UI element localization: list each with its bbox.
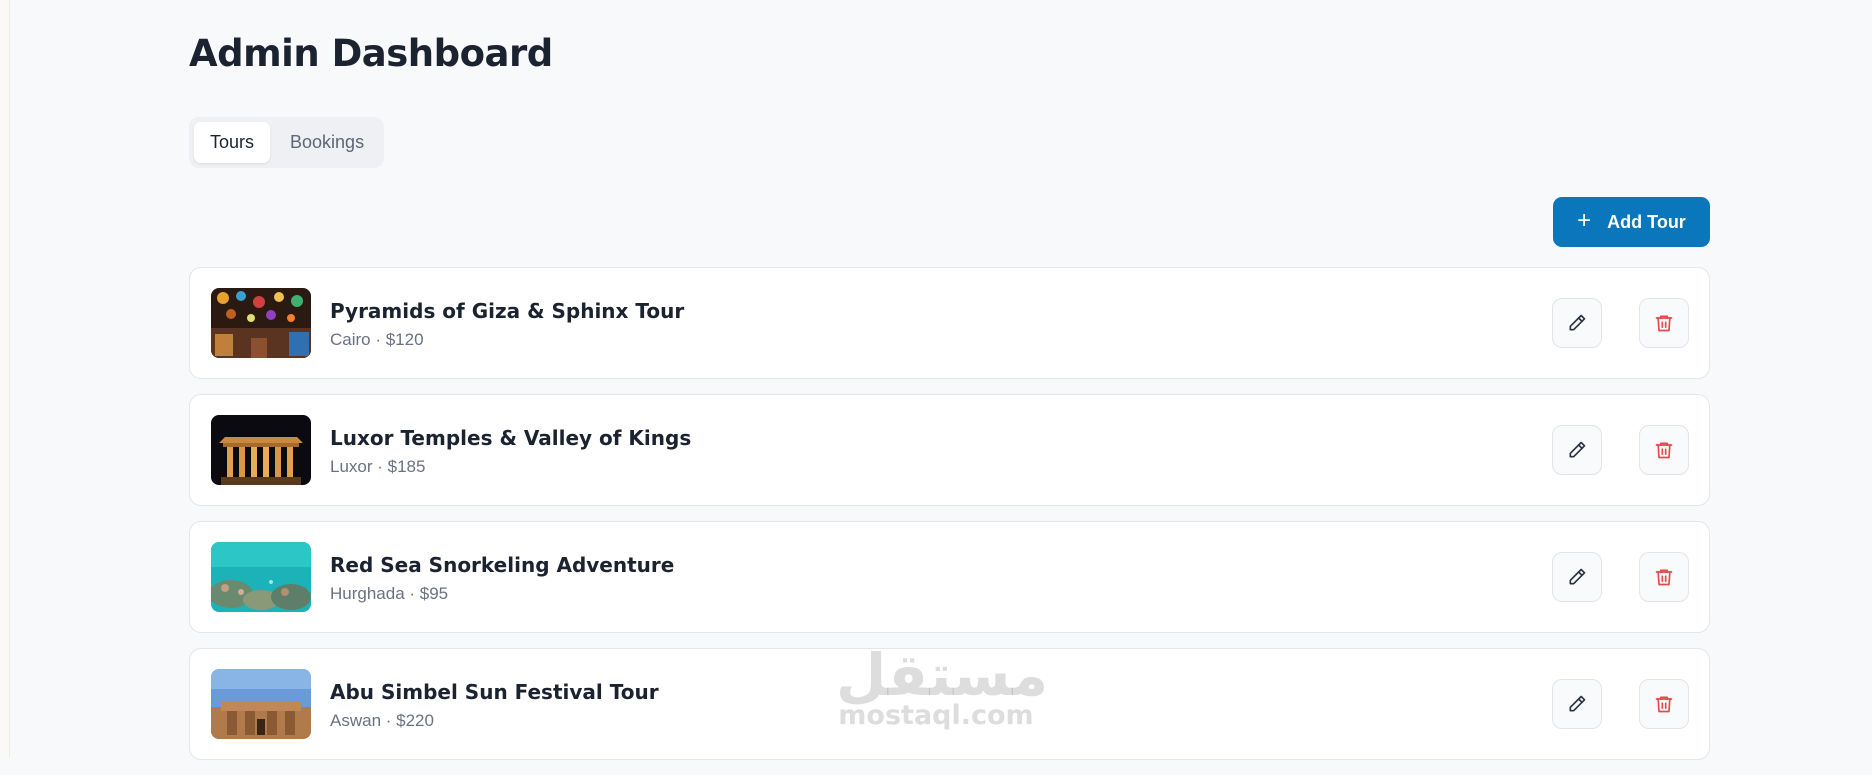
delete-tour-button[interactable] [1639,552,1689,602]
tour-thumbnail [211,669,311,739]
pencil-icon [1569,695,1586,712]
delete-tour-button[interactable] [1639,679,1689,729]
delete-tour-button[interactable] [1639,425,1689,475]
plus-icon: + [1577,207,1592,234]
tour-meta: Hurghada · $95 [330,584,449,603]
tour-title: Luxor Temples & Valley of Kings [330,426,692,450]
trash-icon [1655,315,1673,332]
add-tour-label: Add Tour [1607,211,1686,232]
trash-icon [1655,569,1673,586]
tour-thumbnail [211,288,311,358]
tour-meta: Cairo · $120 [330,330,424,349]
add-tour-button[interactable]: + Add Tour [1553,197,1710,247]
watermark-latin: mostaql.com [838,700,1034,731]
pencil-icon [1569,314,1586,331]
tour-card: Pyramids of Giza & Sphinx Tour Cairo · $… [189,267,1710,379]
delete-tour-button[interactable] [1639,298,1689,348]
coral-reef-image [211,542,311,612]
tab-bookings[interactable]: Bookings [274,122,380,163]
pencil-icon [1569,568,1586,585]
tour-card: Red Sea Snorkeling Adventure Hurghada · … [189,521,1710,633]
abu-simbel-temple-image [211,669,311,739]
watermark-arabic: مستقل [836,641,1049,709]
pencil-icon [1569,441,1586,458]
tour-meta: Aswan · $220 [330,711,434,730]
tour-thumbnail [211,415,311,485]
trash-icon [1655,696,1673,713]
watermark-logo: مستقل mostaql.com [836,641,1049,731]
tour-title: Abu Simbel Sun Festival Tour [330,680,659,704]
left-edge-panel [0,0,10,757]
tour-title: Pyramids of Giza & Sphinx Tour [330,299,685,323]
tour-card: Luxor Temples & Valley of Kings Luxor · … [189,394,1710,506]
page-title: Admin Dashboard [189,32,553,75]
edit-tour-button[interactable] [1552,552,1602,602]
lit-temple-night-image [211,415,311,485]
tab-tours[interactable]: Tours [194,122,271,163]
edit-tour-button[interactable] [1552,425,1602,475]
tab-bar: Tours Bookings [189,117,384,168]
tour-title: Red Sea Snorkeling Adventure [330,553,675,577]
lanterns-market-image [211,288,311,358]
edit-tour-button[interactable] [1552,298,1602,348]
tour-thumbnail [211,542,311,612]
tour-meta: Luxor · $185 [330,457,426,476]
trash-icon [1655,442,1673,459]
edit-tour-button[interactable] [1552,679,1602,729]
